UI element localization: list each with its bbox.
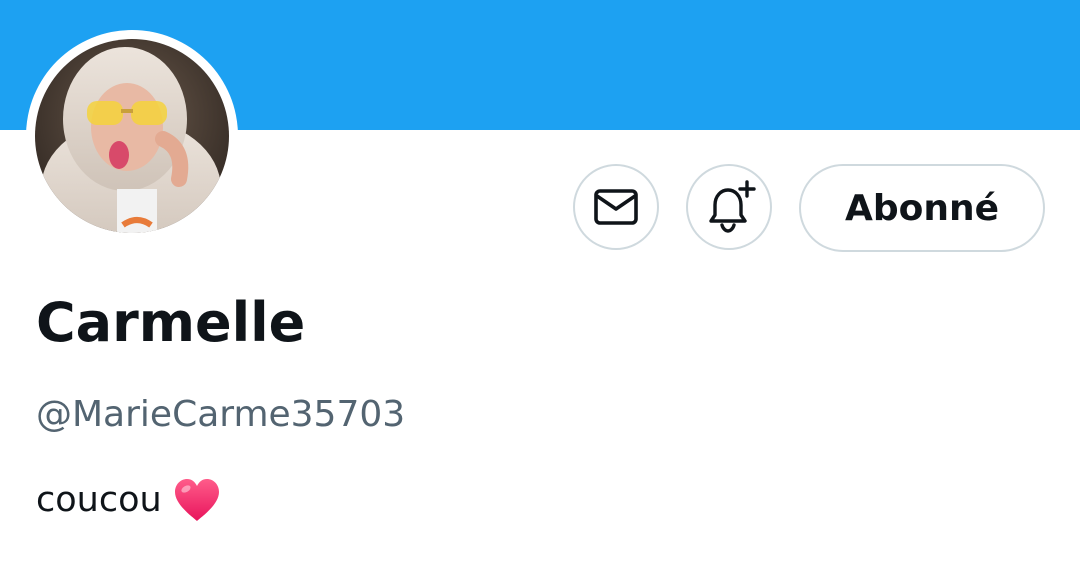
bell-plus-icon xyxy=(701,179,757,235)
profile-avatar[interactable] xyxy=(26,30,238,242)
user-handle: @MarieCarme35703 xyxy=(36,394,406,435)
following-label: Abonné xyxy=(844,187,1000,229)
message-button[interactable] xyxy=(573,164,659,250)
following-button[interactable]: Abonné xyxy=(799,164,1045,252)
display-name: Carmelle xyxy=(36,291,306,354)
heart-emoji-icon xyxy=(172,477,222,523)
bio-text: coucou xyxy=(36,480,162,520)
envelope-icon xyxy=(592,187,640,227)
notifications-button[interactable] xyxy=(686,164,772,250)
profile-page: Abonné Carmelle @MarieCarme35703 coucou xyxy=(0,0,1080,563)
avatar-photo xyxy=(35,39,229,233)
profile-bio: coucou xyxy=(36,474,222,526)
